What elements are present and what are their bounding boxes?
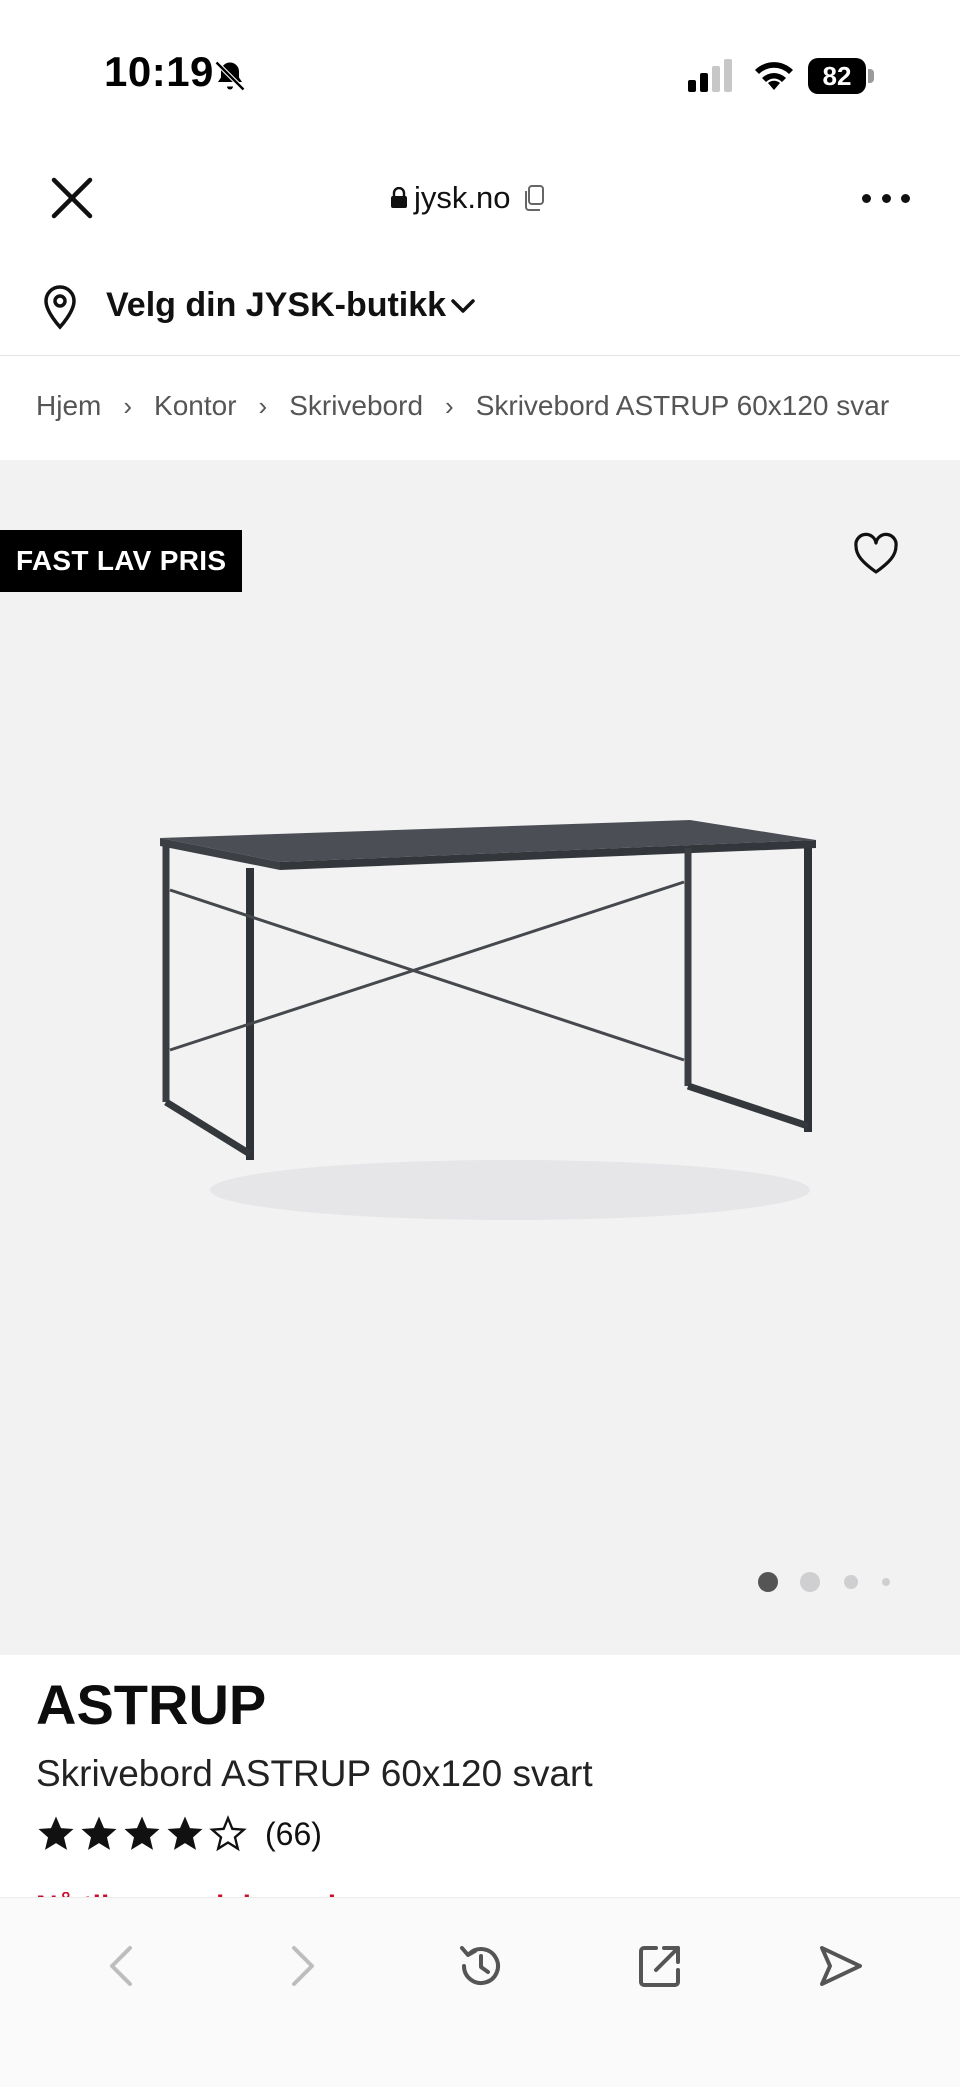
bell-slash-icon (214, 60, 246, 92)
star-filled-icon (81, 1816, 117, 1850)
product-rating[interactable]: (66) (36, 1812, 936, 1856)
product-image-desk (160, 820, 816, 1220)
gallery-pagination (752, 1570, 902, 1592)
forward-icon[interactable] (276, 1940, 328, 1992)
review-count[interactable]: (66) (265, 1816, 322, 1853)
gallery-dot[interactable] (800, 1572, 820, 1592)
heart-icon[interactable] (852, 532, 900, 576)
gallery-dot-active[interactable] (758, 1572, 778, 1592)
store-selector-label: Velg din JYSK-butikk (106, 286, 447, 324)
browser-bottom-toolbar (0, 1897, 960, 2087)
gallery-dot[interactable] (844, 1575, 858, 1589)
breadcrumb-item-hjem[interactable]: Hjem (36, 390, 101, 422)
lock-icon (391, 187, 407, 208)
breadcrumb-separator: › (258, 390, 268, 421)
copy-icon[interactable] (522, 184, 546, 212)
history-icon[interactable] (454, 1940, 506, 1992)
wifi-icon (755, 62, 793, 90)
breadcrumb-separator: › (123, 390, 133, 421)
battery-icon: 82 (808, 58, 874, 94)
status-bar: 10:19 82 (0, 0, 960, 150)
star-filled-icon (167, 1816, 203, 1850)
breadcrumb-item-current: Skrivebord ASTRUP 60x120 svar (475, 390, 890, 421)
location-pin-icon (44, 285, 76, 330)
star-filled-icon (124, 1816, 160, 1850)
star-empty-icon (209, 1815, 247, 1852)
signal-icon (688, 59, 732, 92)
gallery-dot[interactable] (882, 1578, 890, 1586)
product-gallery[interactable]: FAST LAV PRIS (0, 460, 960, 1655)
back-icon[interactable] (96, 1940, 148, 1992)
product-brand: ASTRUP (36, 1673, 267, 1736)
breadcrumb-item-kontor[interactable]: Kontor (154, 390, 237, 422)
breadcrumb-item-skrivebord[interactable]: Skrivebord (289, 390, 423, 422)
store-selector[interactable]: Velg din JYSK-butikk (0, 260, 960, 356)
product-info: ASTRUP Skrivebord ASTRUP 60x120 svart (6… (36, 1672, 936, 1856)
more-icon[interactable] (862, 182, 910, 214)
breadcrumb-separator: › (445, 390, 454, 421)
product-name: Skrivebord ASTRUP 60x120 svart (36, 1753, 593, 1794)
share-icon[interactable] (634, 1940, 686, 1992)
breadcrumb: Hjem › Kontor › Skrivebord › Skrivebord … (36, 376, 889, 436)
battery-level: 82 (822, 61, 852, 91)
url-bar[interactable]: jysk.no (390, 174, 546, 222)
send-icon[interactable] (814, 1940, 866, 1992)
chevron-down-icon (451, 299, 475, 313)
price-badge: FAST LAV PRIS (0, 530, 243, 592)
url-text: jysk.no (414, 180, 511, 215)
close-icon[interactable] (46, 172, 98, 224)
browser-toolbar: jysk.no (0, 150, 960, 260)
star-filled-icon (38, 1816, 74, 1850)
status-time: 10:19 (104, 48, 214, 95)
